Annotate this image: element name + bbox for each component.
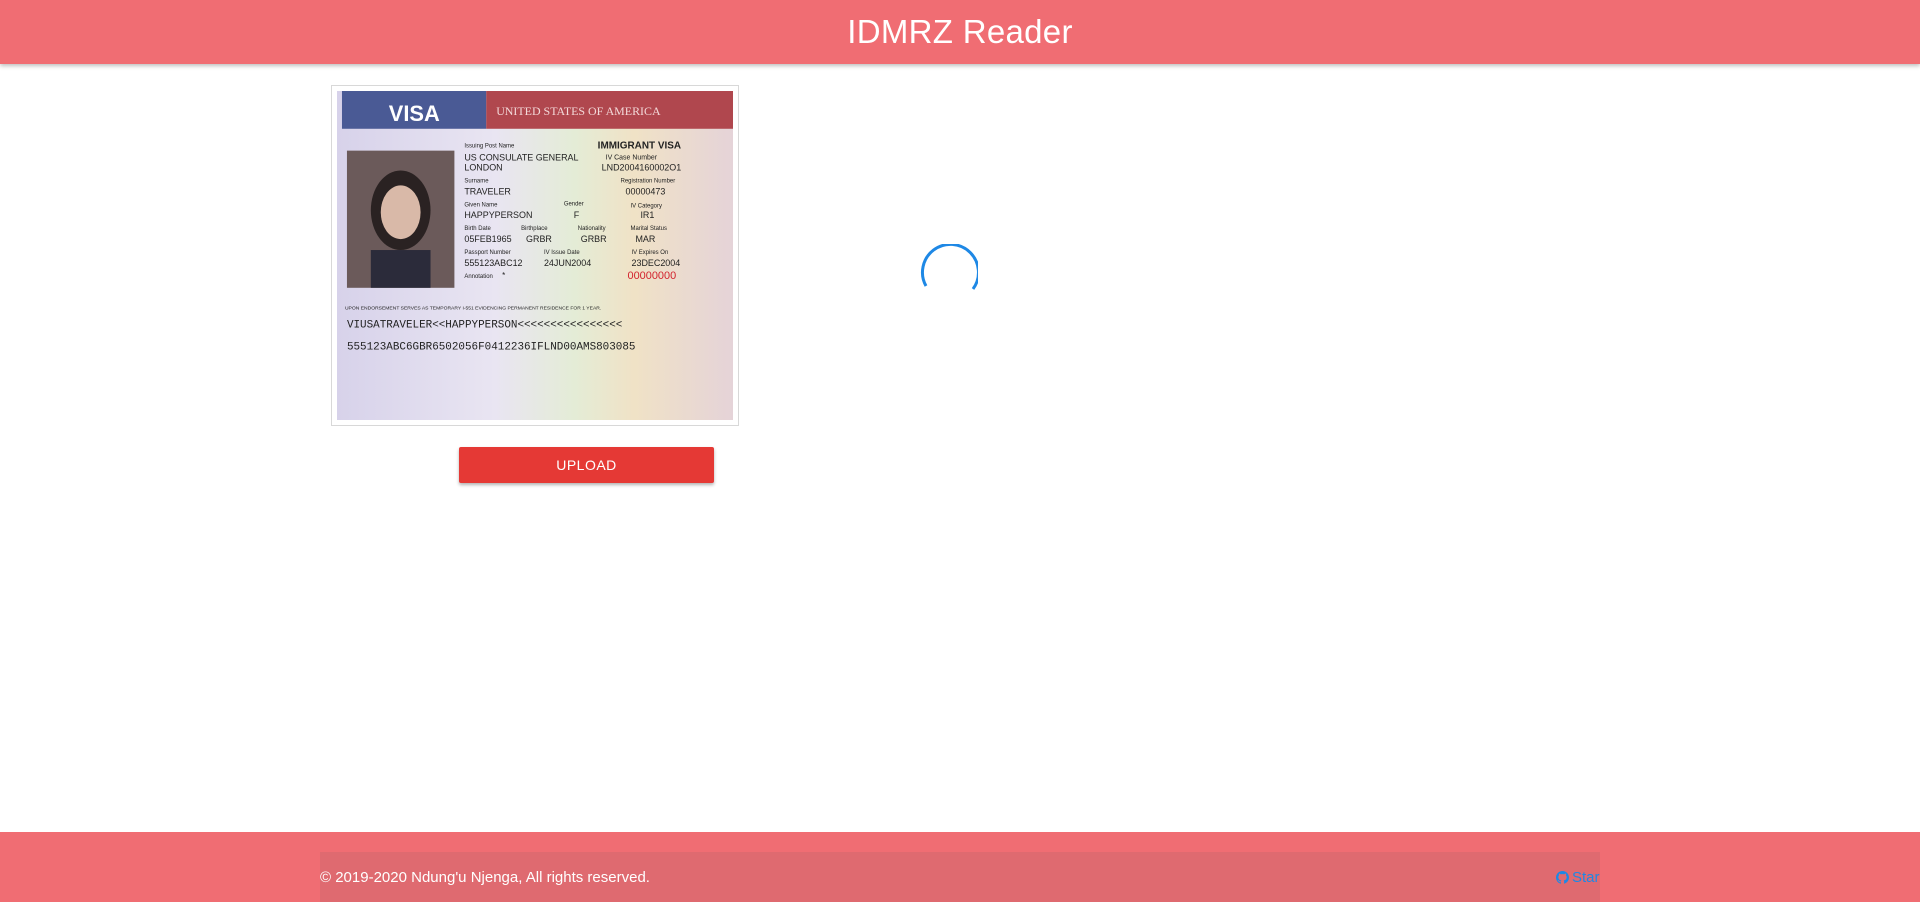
svg-text:US CONSULATE GENERAL: US CONSULATE GENERAL xyxy=(464,153,578,163)
svg-text:Birth Date: Birth Date xyxy=(464,226,491,232)
svg-text:IV Case Number: IV Case Number xyxy=(606,155,658,162)
svg-text:Issuing Post Name: Issuing Post Name xyxy=(464,144,515,150)
star-label: Star xyxy=(1572,868,1600,886)
svg-text:Gender: Gender xyxy=(564,201,584,207)
svg-text:Nationality: Nationality xyxy=(578,226,606,232)
svg-text:GRBR: GRBR xyxy=(526,234,552,244)
svg-text:MAR: MAR xyxy=(635,234,655,244)
svg-text:*: * xyxy=(502,271,505,280)
country-banner: UNITED STATES OF AMERICA xyxy=(496,104,661,118)
svg-text:LND2004160002O1: LND2004160002O1 xyxy=(602,163,682,173)
svg-text:24JUN2004: 24JUN2004 xyxy=(544,258,591,268)
footer-bar: © 2019-2020 Ndung'u Njenga, All rights r… xyxy=(320,852,1600,902)
svg-text:IMMIGRANT VISA: IMMIGRANT VISA xyxy=(598,141,681,152)
svg-text:IV Category: IV Category xyxy=(631,203,662,209)
svg-text:Registration Number: Registration Number xyxy=(621,178,676,184)
copyright-text: © 2019-2020 Ndung'u Njenga, All rights r… xyxy=(320,868,650,886)
svg-text:23DEC2004: 23DEC2004 xyxy=(632,258,681,268)
upload-button[interactable]: UPLOAD xyxy=(459,447,714,483)
svg-text:HAPPYPERSON: HAPPYPERSON xyxy=(464,210,532,220)
svg-text:Birthplace: Birthplace xyxy=(521,226,548,232)
svg-text:UPON ENDORSEMENT SERVES AS TEM: UPON ENDORSEMENT SERVES AS TEMPORARY I-5… xyxy=(345,306,601,312)
svg-text:05FEB1965: 05FEB1965 xyxy=(464,234,511,244)
svg-text:LONDON: LONDON xyxy=(464,163,502,173)
mrz-line-1: VIUSATRAVELER<<HAPPYPERSON<<<<<<<<<<<<<<… xyxy=(347,320,622,332)
svg-text:TRAVELER: TRAVELER xyxy=(464,186,511,196)
svg-text:GRBR: GRBR xyxy=(581,234,607,244)
svg-text:00000473: 00000473 xyxy=(626,186,666,196)
svg-text:Given Name: Given Name xyxy=(464,202,498,208)
github-star-link[interactable]: Star xyxy=(1556,869,1600,886)
page-footer: © 2019-2020 Ndung'u Njenga, All rights r… xyxy=(0,832,1920,902)
app-header: IDMRZ Reader xyxy=(0,0,1920,64)
loading-spinner-icon xyxy=(920,244,978,290)
visa-document-image: VISA UNITED STATES OF AMERICA Issuing Po… xyxy=(337,91,733,420)
svg-text:IV Issue Date: IV Issue Date xyxy=(544,250,580,256)
svg-text:IR1: IR1 xyxy=(640,210,654,220)
mrz-line-2: 555123ABC6GBR6502056F0412236IFLND00AMS80… xyxy=(347,341,636,353)
svg-text:Annotation: Annotation xyxy=(464,274,492,280)
document-preview: VISA UNITED STATES OF AMERICA Issuing Po… xyxy=(331,85,739,426)
svg-text:Marital Status: Marital Status xyxy=(631,226,667,232)
svg-text:00000000: 00000000 xyxy=(628,270,677,282)
visa-banner: VISA xyxy=(389,101,440,126)
github-icon xyxy=(1556,870,1569,884)
svg-text:IV Expires On: IV Expires On xyxy=(632,250,669,256)
svg-text:555123ABC12: 555123ABC12 xyxy=(464,258,522,268)
svg-text:F: F xyxy=(574,210,580,220)
svg-text:Surname: Surname xyxy=(464,178,489,184)
app-title: IDMRZ Reader xyxy=(847,13,1073,50)
svg-text:Passport Number: Passport Number xyxy=(464,250,510,256)
